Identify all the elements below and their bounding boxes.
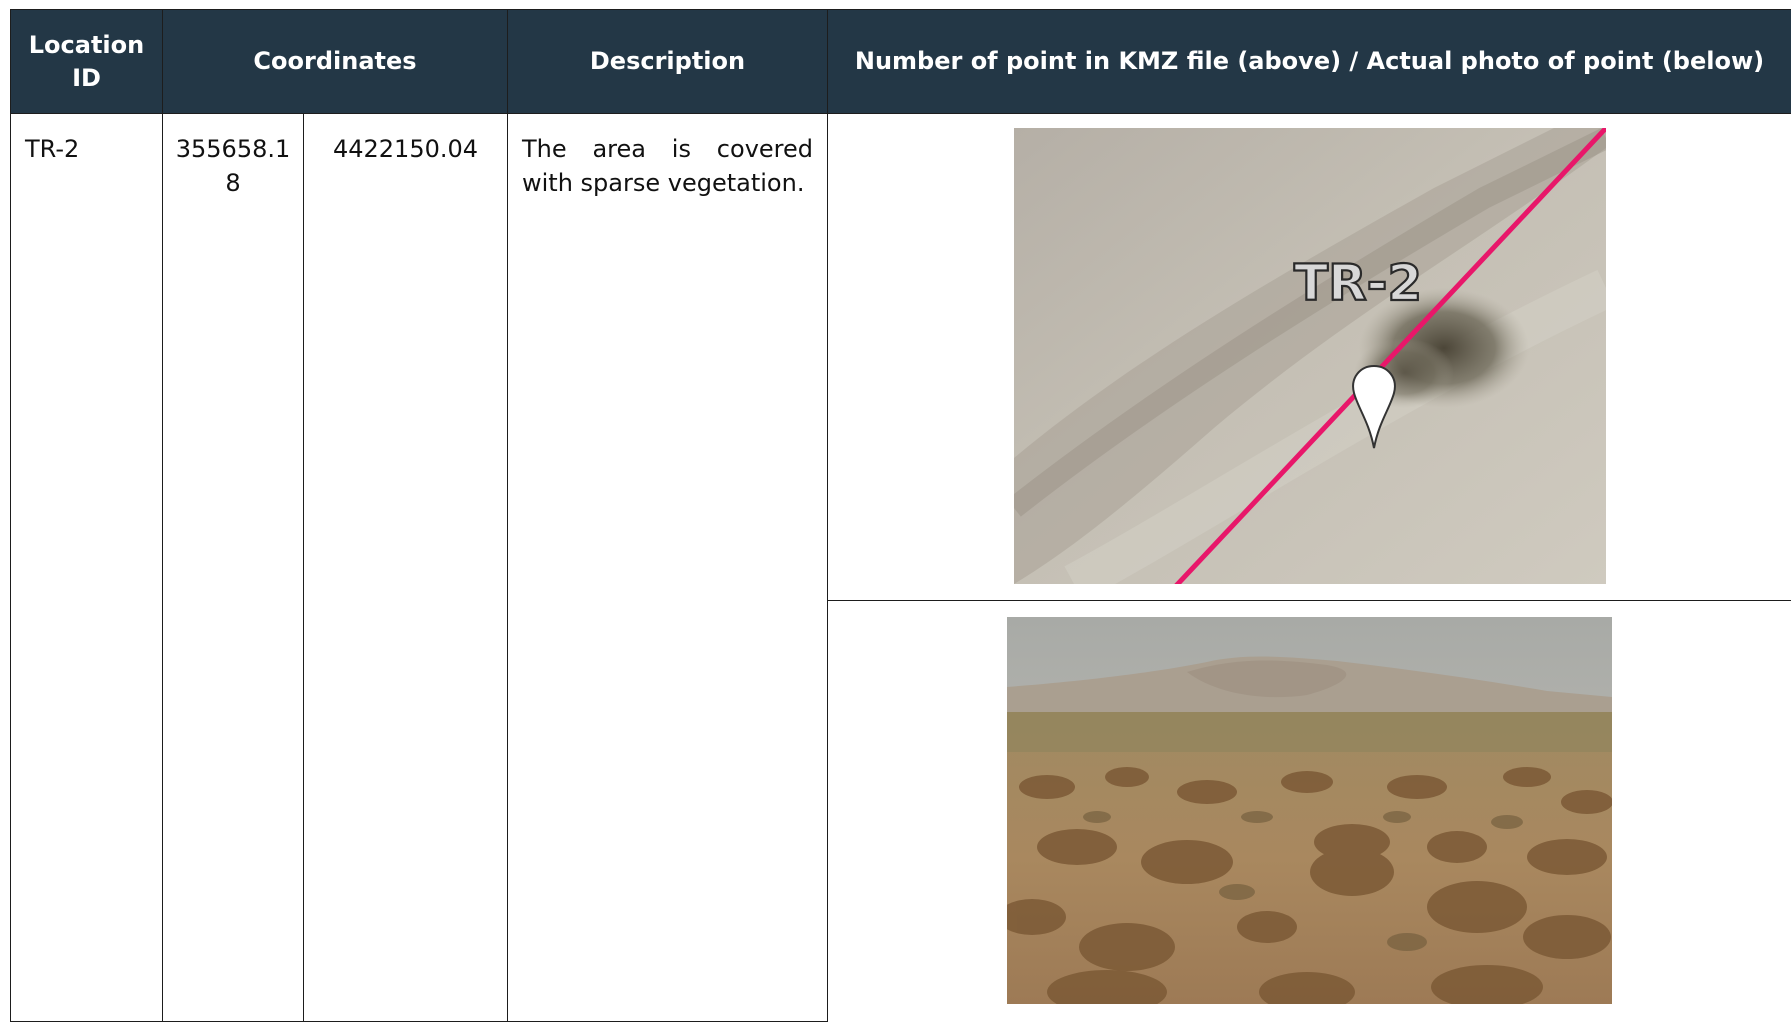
easting-cell: 355658.18: [163, 114, 304, 1022]
kmz-image-cell: TR-2: [828, 114, 1791, 601]
document-page: Location ID Coordinates Description Numb…: [10, 9, 1791, 1019]
aerial-map-graphic: TR-2: [1014, 128, 1606, 584]
header-location-id: Location ID: [11, 10, 163, 114]
description-cell: The area is covered with sparse vegetati…: [508, 114, 828, 1022]
table-row: TR-2 355658.18 4422150.04 The area is co…: [11, 114, 1791, 601]
header-coordinates: Coordinates: [163, 10, 508, 114]
kmz-aerial-image: TR-2: [1014, 128, 1606, 584]
table-header-row: Location ID Coordinates Description Numb…: [11, 10, 1791, 114]
header-media: Number of point in KMZ file (above) / Ac…: [828, 10, 1791, 114]
survey-points-table: Location ID Coordinates Description Numb…: [10, 9, 1791, 1022]
photo-image-cell: [828, 601, 1791, 1022]
site-photo: [1007, 617, 1612, 1004]
location-id-cell: TR-2: [11, 114, 163, 1022]
header-description: Description: [508, 10, 828, 114]
site-photo-graphic: [1007, 617, 1612, 1004]
northing-cell: 4422150.04: [304, 114, 508, 1022]
kmz-point-label: TR-2: [1294, 254, 1422, 312]
